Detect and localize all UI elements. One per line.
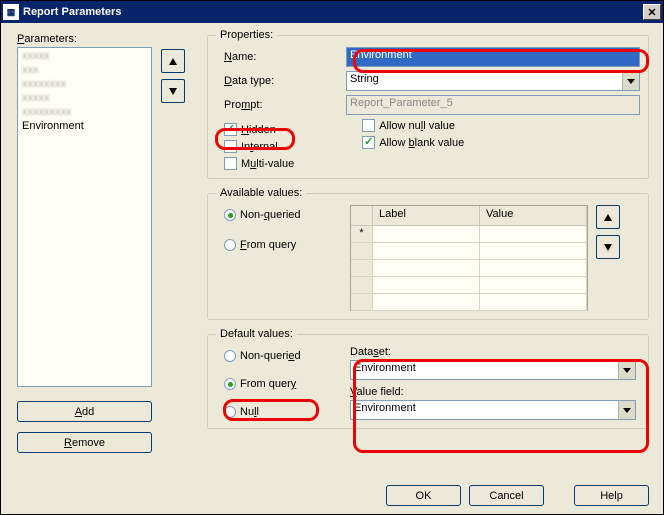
- chevron-down-icon[interactable]: [622, 72, 639, 90]
- dataset-select[interactable]: Environment: [350, 360, 636, 380]
- grid-header-label: Label: [373, 206, 480, 225]
- prompt-input[interactable]: Report_Parameter_5: [346, 95, 640, 115]
- prompt-label: Prompt:: [224, 99, 346, 111]
- name-input[interactable]: Environment: [346, 47, 640, 67]
- parameters-label: Parameters:: [17, 33, 77, 45]
- available-values-group: Available values: Non-queried From query…: [207, 187, 649, 320]
- name-label: Name:: [224, 51, 346, 63]
- av-nonqueried-radio[interactable]: Non-queried: [224, 209, 350, 221]
- available-values-grid[interactable]: Label Value *: [350, 205, 588, 311]
- properties-legend: Properties:: [216, 29, 277, 41]
- dv-nonqueried-radio[interactable]: Non-queried: [224, 350, 350, 362]
- chevron-down-icon[interactable]: [618, 401, 635, 419]
- app-icon: ▦: [3, 4, 19, 20]
- hidden-checkbox[interactable]: Hidden: [224, 123, 294, 136]
- datatype-label: Data type:: [224, 75, 346, 87]
- move-up-button[interactable]: [161, 49, 185, 73]
- help-button[interactable]: Help: [574, 485, 649, 506]
- internal-checkbox[interactable]: Internal: [224, 140, 294, 153]
- allow-null-checkbox[interactable]: Allow null value: [362, 119, 464, 132]
- list-item[interactable]: xxxxx: [19, 49, 150, 63]
- dv-fromquery-radio[interactable]: From query: [224, 378, 350, 390]
- list-item[interactable]: xxxxx: [19, 91, 150, 105]
- list-item-selected[interactable]: Environment: [19, 119, 150, 133]
- dataset-label: Dataset:: [350, 346, 636, 358]
- grid-corner: [351, 206, 373, 225]
- list-item[interactable]: xxxxxxxxx: [19, 105, 150, 119]
- grid-header-value: Value: [480, 206, 587, 225]
- dv-null-radio[interactable]: Null: [224, 406, 350, 418]
- cancel-button[interactable]: Cancel: [469, 485, 544, 506]
- default-values-group: Default values: Non-queried From query N…: [207, 328, 649, 429]
- titlebar: ▦ Report Parameters ✕: [1, 1, 663, 23]
- allow-blank-checkbox[interactable]: Allow blank value: [362, 136, 464, 149]
- datatype-select[interactable]: String: [346, 71, 640, 91]
- grid-move-down-button[interactable]: [596, 235, 620, 259]
- grid-move-up-button[interactable]: [596, 205, 620, 229]
- defaults-legend: Default values:: [216, 328, 297, 340]
- multivalue-checkbox[interactable]: Multi-value: [224, 157, 294, 170]
- chevron-down-icon[interactable]: [618, 361, 635, 379]
- remove-button[interactable]: Remove: [17, 432, 152, 453]
- add-button[interactable]: Add: [17, 401, 152, 422]
- available-legend: Available values:: [216, 187, 306, 199]
- list-item[interactable]: xxxxxxxx: [19, 77, 150, 91]
- av-fromquery-radio[interactable]: From query: [224, 239, 350, 251]
- ok-button[interactable]: OK: [386, 485, 461, 506]
- window-title: Report Parameters: [23, 6, 643, 18]
- close-icon[interactable]: ✕: [643, 4, 661, 20]
- list-item[interactable]: xxx: [19, 63, 150, 77]
- valuefield-select[interactable]: Environment: [350, 400, 636, 420]
- move-down-button[interactable]: [161, 79, 185, 103]
- properties-group: Properties: Name: Environment Data type:…: [207, 29, 649, 179]
- valuefield-label: Value field:: [350, 386, 636, 398]
- report-parameters-dialog: ▦ Report Parameters ✕ Parameters: xxxxx …: [0, 0, 664, 515]
- parameters-listbox[interactable]: xxxxx xxx xxxxxxxx xxxxx xxxxxxxxx Envir…: [17, 47, 152, 387]
- new-row-marker: *: [351, 226, 373, 242]
